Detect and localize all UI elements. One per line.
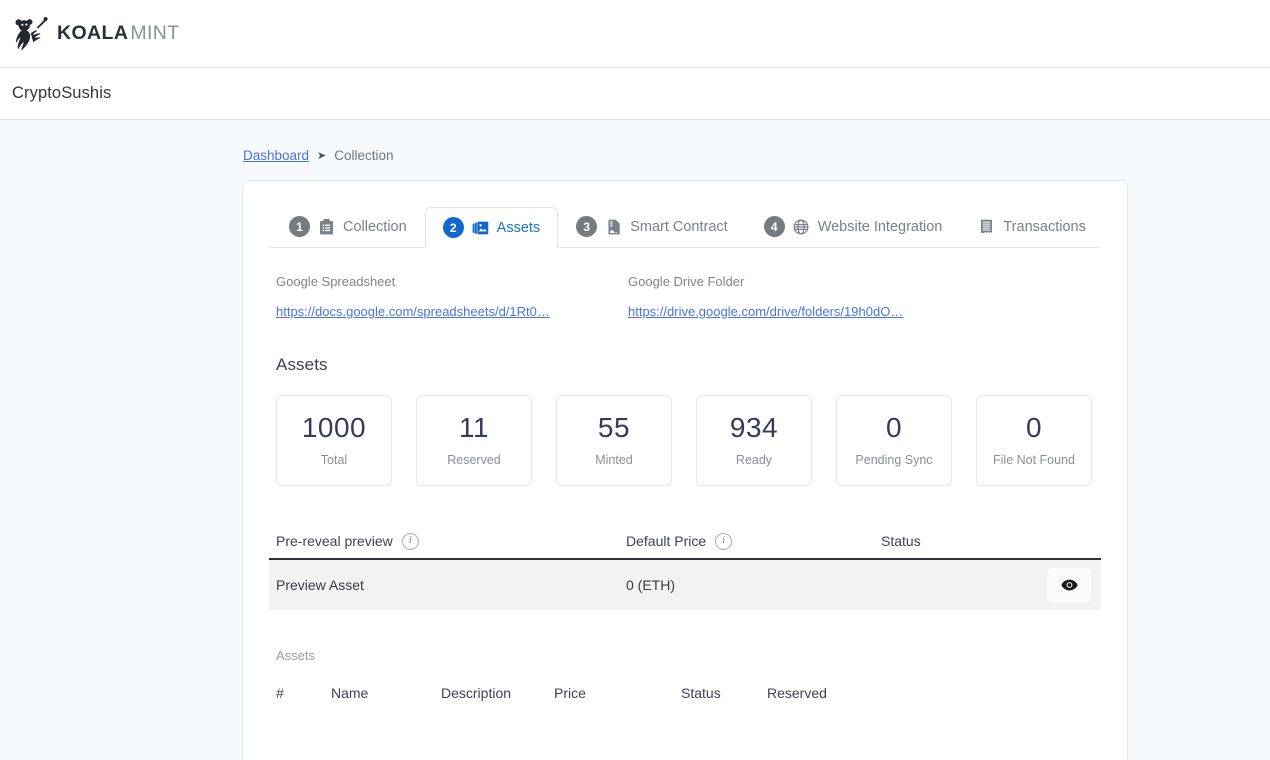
eye-icon bbox=[1061, 579, 1078, 591]
clipboard-icon bbox=[318, 218, 335, 235]
info-icon-default-price[interactable]: i bbox=[715, 533, 732, 550]
stat-file-not-found-label: File Not Found bbox=[993, 454, 1075, 467]
assets-col-index[interactable]: # bbox=[276, 685, 331, 701]
tab-website-integration[interactable]: 4 Website Integration bbox=[746, 206, 961, 247]
koala-logo-icon bbox=[14, 16, 48, 52]
globe-icon bbox=[793, 218, 810, 235]
stat-file-not-found-value: 0 bbox=[1026, 414, 1042, 442]
stat-minted-value: 55 bbox=[598, 414, 630, 442]
stat-pending-sync: 0 Pending Sync bbox=[836, 395, 952, 486]
stat-reserved-value: 11 bbox=[459, 414, 489, 442]
project-header: CryptoSushis bbox=[0, 68, 1270, 120]
tab-assets-label: Assets bbox=[497, 220, 541, 236]
stat-total-value: 1000 bbox=[302, 414, 366, 442]
external-links: Google Spreadsheet https://docs.google.c… bbox=[269, 274, 1101, 319]
google-spreadsheet-label: Google Spreadsheet bbox=[276, 274, 628, 289]
google-spreadsheet-link[interactable]: https://docs.google.com/spreadsheets/d/1… bbox=[276, 304, 591, 319]
assets-col-reserved[interactable]: Reserved bbox=[767, 685, 887, 701]
brand-name-primary: KOALA bbox=[57, 22, 128, 44]
preview-header-price: Default Price i bbox=[626, 533, 881, 550]
google-drive-block: Google Drive Folder https://drive.google… bbox=[628, 274, 980, 319]
stat-minted: 55 Minted bbox=[556, 395, 672, 486]
google-drive-link[interactable]: https://drive.google.com/drive/folders/1… bbox=[628, 304, 943, 319]
tab-collection-number: 1 bbox=[289, 216, 310, 237]
stat-pending-sync-label: Pending Sync bbox=[855, 454, 932, 467]
collection-card: 1 bbox=[242, 180, 1128, 760]
breadcrumb-dashboard-link[interactable]: Dashboard bbox=[243, 148, 309, 163]
tab-smart-contract[interactable]: 3 Smart Contract bbox=[558, 206, 746, 247]
brand-logo[interactable]: KOALAMINT bbox=[14, 16, 180, 52]
assets-col-description[interactable]: Description bbox=[441, 685, 554, 701]
stat-file-not-found: 0 File Not Found bbox=[976, 395, 1092, 486]
assets-col-price[interactable]: Price bbox=[554, 685, 681, 701]
google-spreadsheet-block: Google Spreadsheet https://docs.google.c… bbox=[276, 274, 628, 319]
contract-file-icon bbox=[605, 218, 622, 235]
preview-row-name: Preview Asset bbox=[276, 577, 626, 593]
tab-smart-contract-label: Smart Contract bbox=[630, 219, 728, 235]
stat-total: 1000 Total bbox=[276, 395, 392, 486]
assets-section-heading: Assets bbox=[269, 355, 1101, 375]
google-drive-label: Google Drive Folder bbox=[628, 274, 980, 289]
breadcrumb: Dashboard ➤ Collection bbox=[242, 146, 1128, 164]
tab-assets[interactable]: 2 Assets bbox=[425, 207, 559, 248]
stat-ready-label: Ready bbox=[736, 454, 772, 467]
app-header: KOALAMINT bbox=[0, 0, 1270, 68]
preview-row-actions bbox=[881, 568, 1091, 602]
stat-minted-label: Minted bbox=[595, 454, 633, 467]
tab-collection[interactable]: 1 bbox=[271, 206, 425, 247]
tab-assets-number: 2 bbox=[443, 217, 464, 238]
stat-ready-value: 934 bbox=[730, 414, 778, 442]
tab-bar: 1 bbox=[269, 207, 1101, 248]
tab-smart-contract-number: 3 bbox=[576, 216, 597, 237]
tab-collection-label: Collection bbox=[343, 219, 407, 235]
asset-stats: 1000 Total 11 Reserved 55 Minted 934 Rea… bbox=[269, 395, 1101, 486]
view-preview-button[interactable] bbox=[1047, 568, 1091, 602]
tab-transactions-label: Transactions bbox=[1003, 219, 1085, 235]
preview-header-name: Pre-reveal preview i bbox=[276, 533, 626, 550]
preview-table-header: Pre-reveal preview i Default Price i Sta… bbox=[269, 524, 1101, 560]
tab-transactions[interactable]: Transactions bbox=[960, 206, 1103, 247]
images-icon bbox=[472, 219, 489, 236]
preview-header-price-label: Default Price bbox=[626, 533, 706, 549]
tab-website-integration-label: Website Integration bbox=[818, 219, 943, 235]
stat-reserved-label: Reserved bbox=[447, 454, 501, 467]
stat-pending-sync-value: 0 bbox=[886, 414, 902, 442]
info-icon-pre-reveal[interactable]: i bbox=[402, 533, 419, 550]
table-row: Preview Asset 0 (ETH) bbox=[269, 560, 1101, 610]
tab-website-integration-number: 4 bbox=[764, 216, 785, 237]
breadcrumb-current: Collection bbox=[334, 148, 393, 163]
preview-row-price: 0 (ETH) bbox=[626, 577, 881, 593]
project-title: CryptoSushis bbox=[12, 84, 111, 103]
receipt-icon bbox=[978, 218, 995, 235]
stat-reserved: 11 Reserved bbox=[416, 395, 532, 486]
breadcrumb-separator-icon: ➤ bbox=[317, 151, 326, 162]
brand-name-secondary: MINT bbox=[130, 22, 179, 44]
assets-col-name[interactable]: Name bbox=[331, 685, 441, 701]
page-body: Dashboard ➤ Collection 1 bbox=[0, 120, 1270, 760]
content-column: Dashboard ➤ Collection 1 bbox=[242, 146, 1128, 760]
assets-table-header: # Name Description Price Status Reserved bbox=[269, 685, 1101, 701]
preview-header-name-label: Pre-reveal preview bbox=[276, 533, 393, 549]
preview-header-status: Status bbox=[881, 533, 1101, 549]
brand-name: KOALAMINT bbox=[57, 24, 180, 44]
stat-total-label: Total bbox=[321, 454, 347, 467]
stat-ready: 934 Ready bbox=[696, 395, 812, 486]
assets-col-status[interactable]: Status bbox=[681, 685, 767, 701]
assets-table-caption: Assets bbox=[269, 648, 1101, 663]
